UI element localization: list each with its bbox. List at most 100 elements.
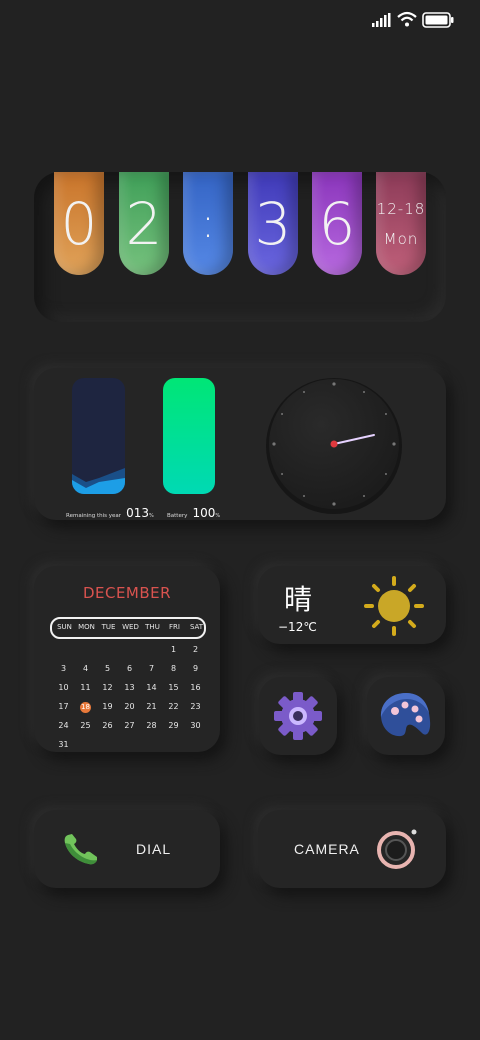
calendar-day[interactable]: 14 (141, 678, 162, 697)
clock-tick (363, 494, 365, 497)
year-progress-bar (72, 378, 125, 494)
calendar-day[interactable]: 26 (97, 716, 118, 735)
hour-ones-digit: 2 (119, 172, 169, 275)
calendar-week: 31 (53, 735, 206, 754)
camera-label: CAMERA (294, 841, 360, 857)
weekday-label: SAT (189, 623, 204, 631)
date-text: 12-18 (376, 199, 426, 218)
weekday-text: Mon (383, 229, 419, 248)
theme-app-button[interactable] (367, 677, 445, 755)
calendar-day[interactable]: 23 (185, 697, 206, 716)
battery-level-bar (163, 378, 215, 494)
calendar-day[interactable]: 24 (53, 716, 74, 735)
calendar-day (97, 735, 118, 754)
calendar-week: 17 18 19 20 21 22 23 (53, 697, 206, 716)
clock-center (330, 440, 338, 448)
calendar-day[interactable]: 3 (53, 659, 74, 678)
calendar-day[interactable]: 16 (185, 678, 206, 697)
calendar-day (75, 640, 96, 659)
calendar-day[interactable]: 29 (163, 716, 184, 735)
calendar-day (97, 640, 118, 659)
calendar-day (141, 640, 162, 659)
calendar-day[interactable]: 25 (75, 716, 96, 735)
calendar-day[interactable]: 1 (163, 640, 184, 659)
today-marker: 18 (80, 702, 91, 713)
weekday-label: SUN (57, 623, 72, 631)
calendar-week: 12 (53, 640, 206, 659)
weekday-label: TUE (101, 623, 116, 631)
calendar-day (75, 735, 96, 754)
calendar-day (141, 735, 162, 754)
calendar-widget[interactable]: DECEMBER SUN MON TUE WED THU FRI SAT 123456789… (34, 566, 220, 752)
gear-icon (274, 692, 322, 740)
clock-tick (272, 442, 276, 446)
clock-tick (392, 442, 396, 446)
year-readout: Remaining this year 013% (66, 502, 154, 521)
battery-readout: Battery 100% (167, 502, 247, 521)
settings-app-button[interactable] (259, 677, 337, 755)
weather-temperature: −12℃ (278, 620, 317, 634)
calendar-day[interactable]: 18 (75, 697, 96, 716)
calendar-day[interactable]: 30 (185, 716, 206, 735)
phone-icon (64, 834, 97, 865)
calendar-day (53, 640, 74, 659)
calendar-day[interactable]: 21 (141, 697, 162, 716)
calendar-day[interactable]: 31 (53, 735, 74, 754)
date-tube: 12-18 Mon (376, 172, 426, 275)
calendar-day[interactable]: 7 (141, 659, 162, 678)
year-unit: % (149, 513, 154, 519)
calendar-day[interactable]: 20 (119, 697, 140, 716)
battery-caption: Battery (167, 513, 188, 519)
clock-tick (332, 502, 336, 506)
battery-unit: % (215, 513, 221, 519)
calendar-day[interactable]: 17 (53, 697, 74, 716)
calendar-day (185, 735, 206, 754)
weather-widget[interactable]: 晴 −12℃ (258, 566, 446, 644)
clock-tick (384, 473, 387, 475)
calendar-day[interactable]: 12 (97, 678, 118, 697)
year-progress-fill (72, 468, 125, 494)
calendar-day (119, 735, 140, 754)
calendar-week: 10 11 12 13 14 15 16 (53, 678, 206, 697)
calendar-day[interactable]: 15 (163, 678, 184, 697)
calendar-day[interactable]: 4 (75, 659, 96, 678)
calendar-day[interactable]: 8 (163, 659, 184, 678)
year-value: 013 (126, 506, 150, 520)
calendar-day[interactable]: 11 (75, 678, 96, 697)
calendar-day (119, 640, 140, 659)
calendar-day[interactable]: 28 (141, 716, 162, 735)
calendar-week: 3456789 (53, 659, 206, 678)
calendar-day[interactable]: 9 (185, 659, 206, 678)
palette-icon (380, 693, 431, 737)
stats-widget[interactable]: Remaining this year 013% Battery 100% (34, 368, 446, 520)
calendar-day[interactable]: 2 (185, 640, 206, 659)
weekday-label: THU (145, 623, 160, 631)
time-separator: : (183, 172, 233, 275)
weekday-label: FRI (169, 623, 180, 631)
dial-shortcut[interactable]: DIAL (34, 810, 220, 888)
wifi-icon (397, 11, 417, 27)
camera-shortcut[interactable]: CAMERA (258, 810, 446, 888)
battery-value: 100 (192, 506, 216, 520)
weekday-label: MON (78, 623, 95, 631)
calendar-week: 24 25 26 27 28 29 30 (53, 716, 206, 735)
year-caption: Remaining this year (66, 513, 122, 519)
calendar-day (163, 735, 184, 754)
sun-icon (364, 576, 424, 636)
calendar-day[interactable]: 10 (53, 678, 74, 697)
minute-tens-digit: 3 (248, 172, 298, 275)
calendar-day[interactable]: 5 (97, 659, 118, 678)
calendar-day[interactable]: 27 (119, 716, 140, 735)
calendar-day[interactable]: 6 (119, 659, 140, 678)
status-bar (0, 0, 480, 40)
calendar-day[interactable]: 22 (163, 697, 184, 716)
clock-tick (281, 413, 284, 415)
calendar-day[interactable]: 19 (97, 697, 118, 716)
calendar-day[interactable]: 13 (119, 678, 140, 697)
hour-tens-digit: 0 (54, 172, 104, 275)
weekday-header: SUN MON TUE WED THU FRI SAT (50, 617, 206, 639)
minute-ones-digit: 6 (312, 172, 362, 275)
signal-icon (372, 13, 391, 27)
weather-condition: 晴 (284, 583, 313, 616)
clock-tick (384, 413, 387, 415)
